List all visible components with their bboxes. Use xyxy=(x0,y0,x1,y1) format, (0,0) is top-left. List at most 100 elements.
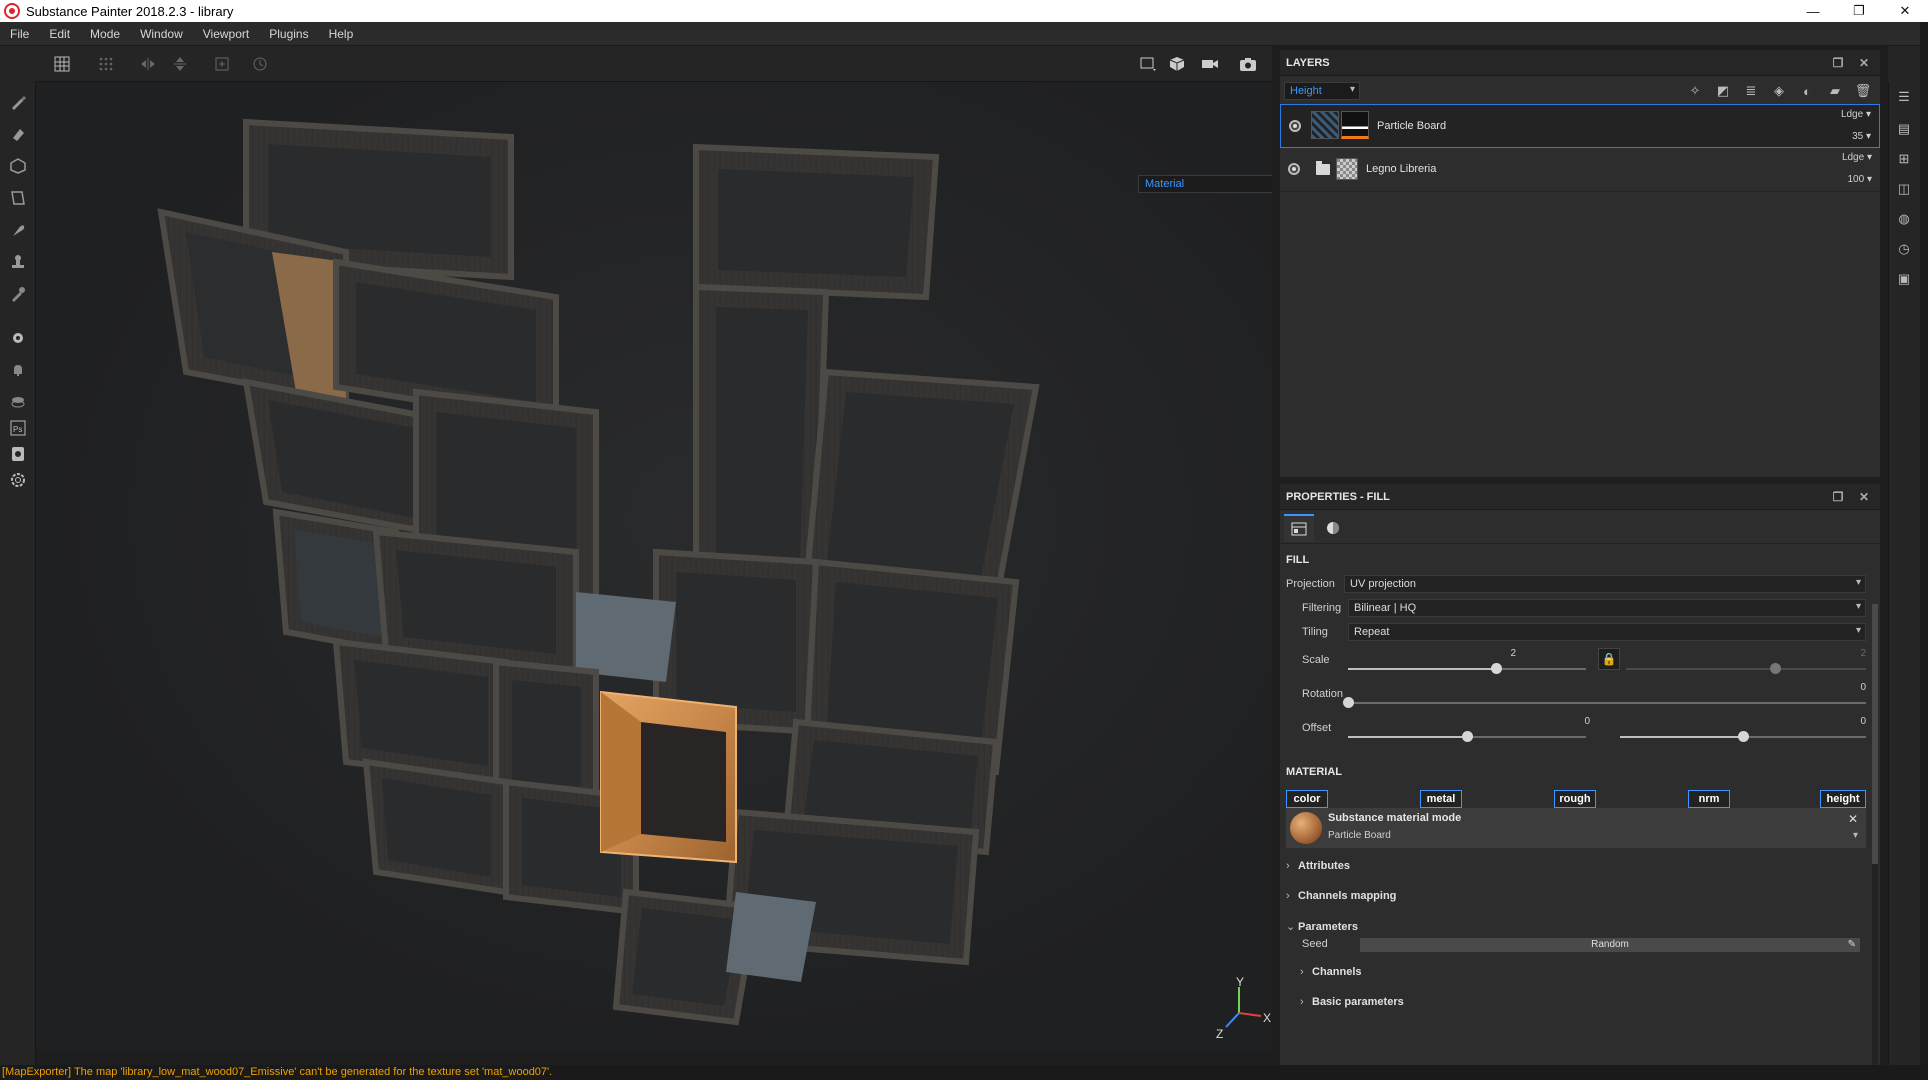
close-panel-icon[interactable]: ✕ xyxy=(1856,55,1872,71)
channels-mapping-section[interactable]: › Channels mapping xyxy=(1286,890,1396,902)
settings-gear-icon[interactable] xyxy=(6,468,30,492)
rotation-value[interactable]: 0 xyxy=(1830,682,1866,693)
channel-toggle-nrm[interactable]: nrm xyxy=(1688,790,1730,808)
offset-slider-u-knob[interactable] xyxy=(1462,731,1473,742)
opacity-dropdown[interactable]: 100 ▾ xyxy=(1848,174,1873,185)
substance-material-slot[interactable]: Substance material mode Particle Board ✕… xyxy=(1286,808,1866,848)
mirror-y-icon[interactable] xyxy=(168,52,192,76)
blend-mode-dropdown[interactable]: Ldge ▾ xyxy=(1842,152,1872,163)
visibility-toggle-icon[interactable] xyxy=(1289,120,1301,132)
log-panel-icon[interactable]: ▣ xyxy=(1893,268,1915,290)
menu-edit[interactable]: Edit xyxy=(39,27,80,41)
photoshop-export-icon[interactable]: Ps xyxy=(6,416,30,440)
channel-dropdown[interactable]: Height ▾ xyxy=(1284,82,1360,100)
float-panel-icon[interactable]: ❐ xyxy=(1830,489,1846,505)
channel-toggle-height[interactable]: height xyxy=(1820,790,1866,808)
seed-field[interactable]: Random ✎ xyxy=(1360,938,1860,952)
menu-window[interactable]: Window xyxy=(130,27,193,41)
channels-group-section[interactable]: › Channels xyxy=(1300,966,1362,978)
video-camera-icon[interactable] xyxy=(1198,52,1222,76)
3d-viewport[interactable]: Y X Z Material ▾ xyxy=(36,82,1272,1051)
geometry-decal-icon[interactable] xyxy=(6,186,30,210)
offset-value-u[interactable]: 0 xyxy=(1554,716,1590,727)
minimize-button[interactable]: — xyxy=(1790,0,1836,22)
add-fill-layer-icon[interactable]: ◈ xyxy=(1770,82,1788,100)
scale-slider-u-knob[interactable] xyxy=(1490,663,1502,674)
channel-toggle-metal[interactable]: metal xyxy=(1420,790,1462,808)
menu-viewport[interactable]: Viewport xyxy=(193,27,259,41)
offset-slider-v-knob[interactable] xyxy=(1738,731,1749,742)
attributes-section[interactable]: › Attributes xyxy=(1286,860,1350,872)
rotation-slider-knob[interactable] xyxy=(1343,697,1354,708)
float-panel-icon[interactable]: ❐ xyxy=(1830,55,1846,71)
menu-file[interactable]: File xyxy=(0,27,39,41)
smudge-icon[interactable] xyxy=(6,218,30,242)
color-picker-icon[interactable] xyxy=(6,282,30,306)
opacity-dropdown[interactable]: 35 ▾ xyxy=(1852,131,1871,142)
eraser-icon[interactable] xyxy=(6,122,30,146)
menu-help[interactable]: Help xyxy=(319,27,364,41)
history-panel-icon[interactable]: ◷ xyxy=(1893,238,1915,260)
mask-thumbnail[interactable] xyxy=(1341,111,1369,139)
filtering-dropdown[interactable]: Bilinear | HQ ▾ xyxy=(1348,599,1866,617)
delete-layer-icon[interactable]: 🗑 xyxy=(1854,82,1872,100)
close-window-button[interactable]: ✕ xyxy=(1882,0,1928,22)
maximize-button[interactable]: ❐ xyxy=(1836,0,1882,22)
tab-material[interactable] xyxy=(1318,514,1348,542)
texture-set-list-icon[interactable]: ▤ xyxy=(1893,118,1915,140)
rotation-slider[interactable] xyxy=(1343,697,1866,708)
projection-dropdown[interactable]: UV projection ▾ xyxy=(1344,575,1866,593)
scale-value-v[interactable]: 2 xyxy=(1830,648,1866,659)
chevron-down-icon[interactable]: ▾ xyxy=(1853,830,1858,841)
folder-mask-thumbnail[interactable] xyxy=(1336,158,1358,180)
particle-brush-icon[interactable] xyxy=(6,326,30,350)
pencil-icon[interactable]: ✎ xyxy=(1848,938,1856,952)
menu-mode[interactable]: Mode xyxy=(80,27,130,41)
tab-fill-properties[interactable] xyxy=(1284,514,1314,542)
tiling-dropdown[interactable]: Repeat ▾ xyxy=(1348,623,1866,641)
offset-value-v[interactable]: 0 xyxy=(1830,716,1866,727)
add-effect-icon[interactable]: ✧ xyxy=(1686,82,1704,100)
scrollbar-thumb[interactable] xyxy=(1872,604,1878,864)
parameters-section[interactable]: ⌄ Parameters xyxy=(1286,920,1358,933)
scale-slider-u[interactable] xyxy=(1348,663,1586,674)
history-icon[interactable] xyxy=(248,52,272,76)
channel-toggle-color[interactable]: color xyxy=(1286,790,1328,808)
cube-view-icon[interactable] xyxy=(1166,52,1190,76)
offset-slider-v[interactable] xyxy=(1620,731,1866,742)
offset-slider-u[interactable] xyxy=(1348,731,1586,742)
symmetry-grid-icon[interactable] xyxy=(50,52,74,76)
scale-lock-icon[interactable]: 🔒 xyxy=(1598,648,1620,670)
dotted-grid-icon[interactable] xyxy=(94,52,118,76)
panel-splitter[interactable] xyxy=(1280,477,1880,484)
add-mask-icon[interactable]: ◩ xyxy=(1714,82,1732,100)
scale-value-u[interactable]: 2 xyxy=(1480,648,1516,659)
layers-panel-icon[interactable]: ☰ xyxy=(1893,86,1915,108)
layer-row[interactable]: Particle Board Ldge ▾ 35 ▾ xyxy=(1280,104,1880,148)
remove-material-icon[interactable]: ✕ xyxy=(1848,812,1858,826)
screenshot-camera-icon[interactable] xyxy=(1236,52,1260,76)
export-textures-icon[interactable] xyxy=(6,442,30,466)
scale-slider-v[interactable] xyxy=(1626,663,1866,674)
bell-icon[interactable] xyxy=(6,358,30,382)
shader-settings-icon[interactable]: ◍ xyxy=(1893,208,1915,230)
visibility-toggle-icon[interactable] xyxy=(1288,163,1300,175)
add-folder-icon[interactable]: ▰ xyxy=(1826,82,1844,100)
display-settings-icon[interactable]: ◫ xyxy=(1893,178,1915,200)
add-layer-icon[interactable]: ≣ xyxy=(1742,82,1760,100)
properties-scrollbar[interactable] xyxy=(1872,604,1878,1080)
camera-frame-icon[interactable] xyxy=(1136,52,1160,76)
projection-icon[interactable] xyxy=(6,154,30,178)
menu-plugins[interactable]: Plugins xyxy=(259,27,318,41)
add-frame-icon[interactable] xyxy=(210,52,234,76)
blend-mode-dropdown[interactable]: Ldge ▾ xyxy=(1841,109,1871,120)
paint-brush-icon[interactable] xyxy=(6,90,30,114)
smart-material-icon[interactable]: ◐ xyxy=(1798,82,1816,100)
basic-parameters-section[interactable]: › Basic parameters xyxy=(1300,996,1404,1008)
clone-stamp-icon[interactable] xyxy=(6,250,30,274)
panel-divider[interactable] xyxy=(1272,46,1280,1065)
mirror-x-icon[interactable] xyxy=(136,52,160,76)
layer-stack-icon[interactable] xyxy=(6,390,30,414)
display-mode-dropdown[interactable]: Material ▾ xyxy=(1138,175,1272,193)
texture-set-settings-icon[interactable]: ⊞ xyxy=(1893,148,1915,170)
